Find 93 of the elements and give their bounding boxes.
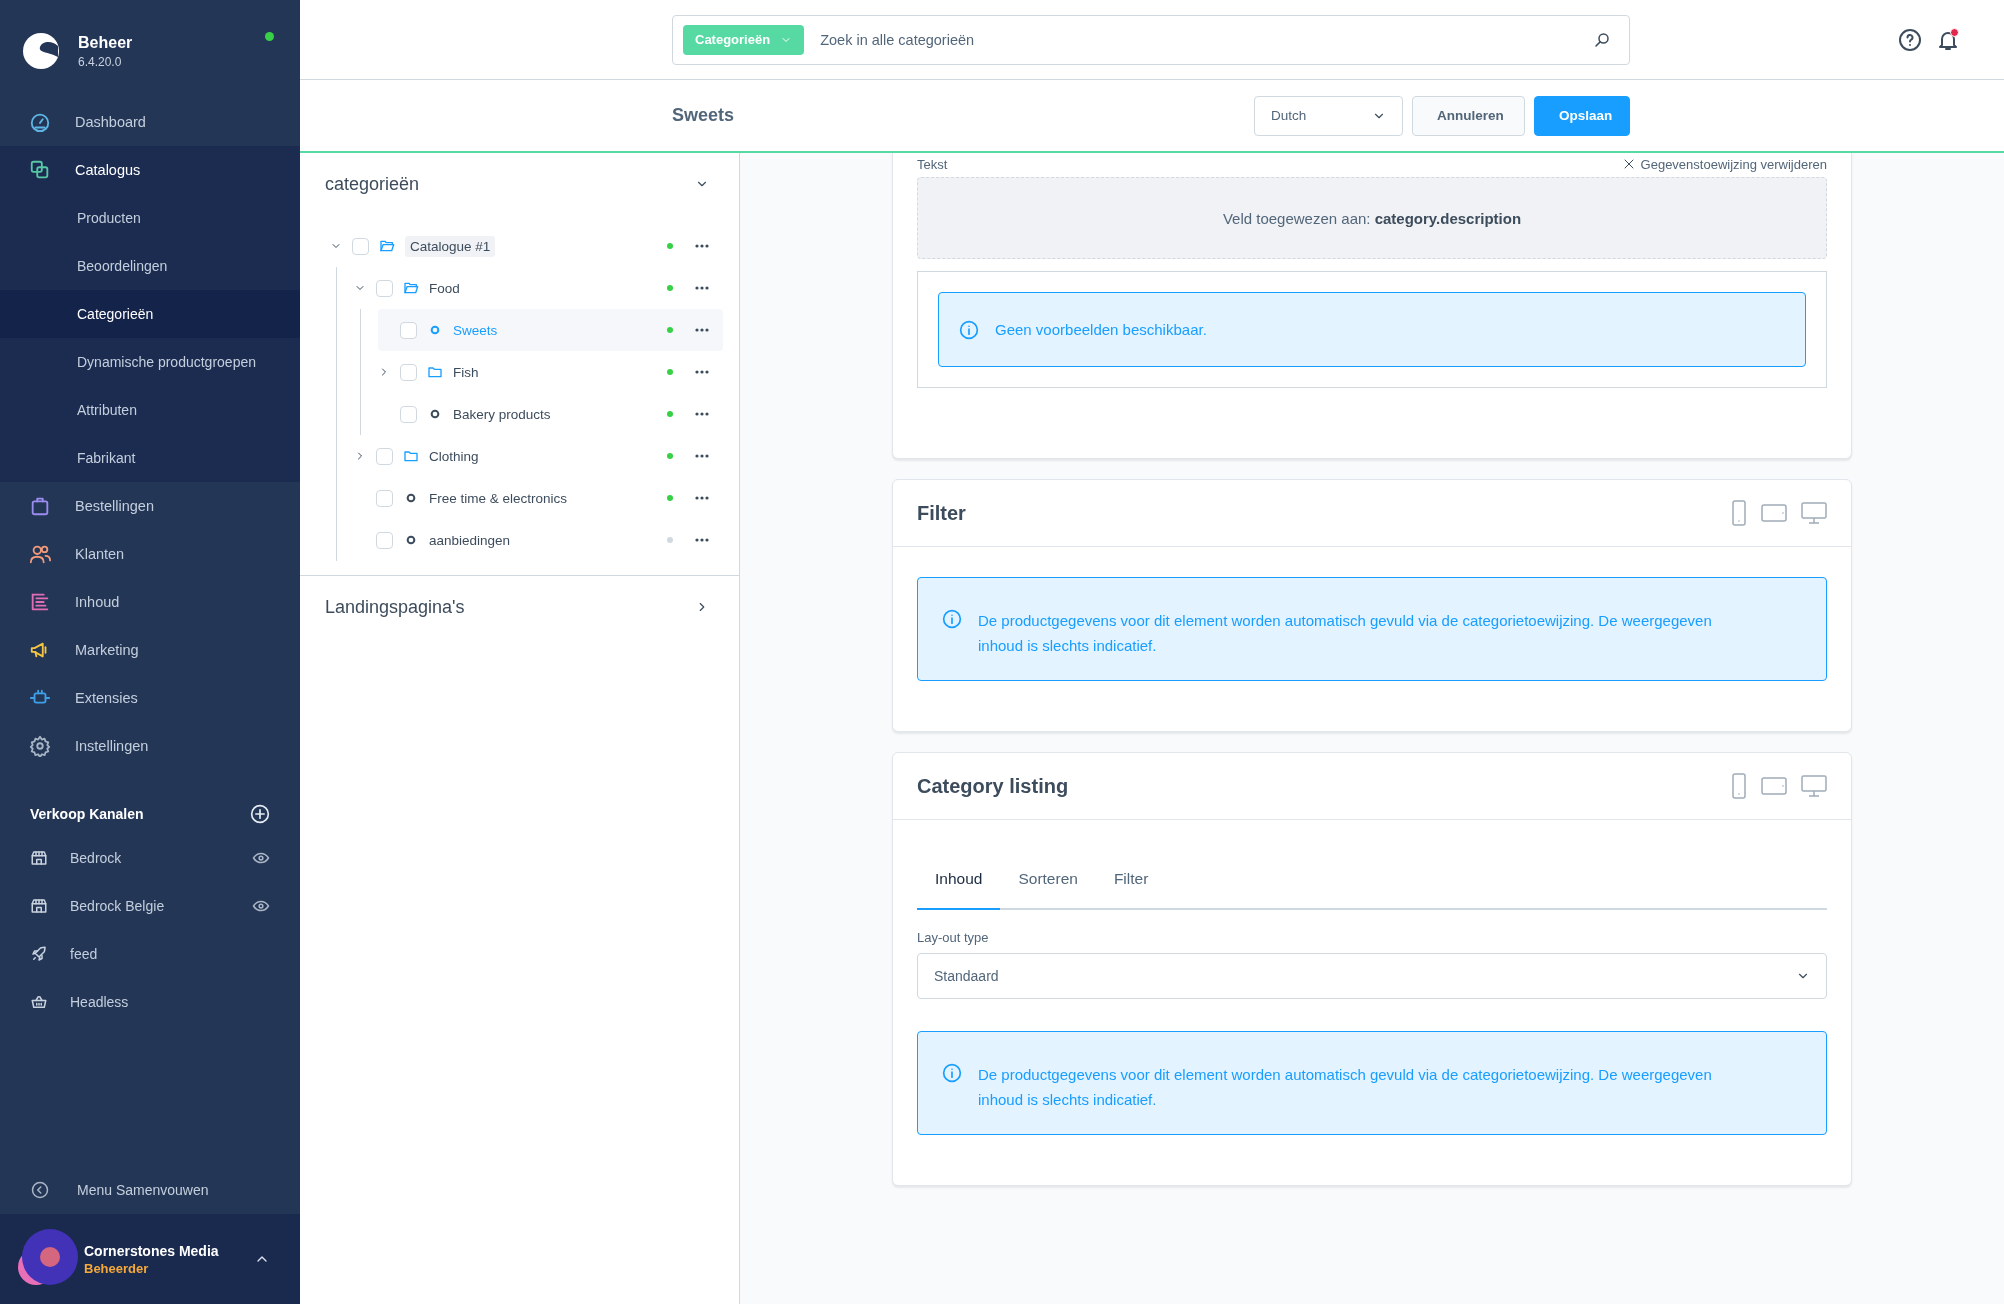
checkbox[interactable]: [400, 363, 417, 381]
checkbox[interactable]: [376, 279, 393, 297]
language-select[interactable]: Dutch: [1254, 95, 1403, 136]
version-label: 6.4.20.0: [78, 54, 123, 69]
info-alert: De productgegevens voor dit element worden automatisch gevuld via de categorietoewijzing. De weergegeven inhoud is slechts indicatief.: [917, 577, 1827, 681]
store-icon: [30, 849, 48, 867]
card-title: Filter: [917, 501, 966, 525]
checkbox[interactable]: [400, 405, 417, 423]
more-icon[interactable]: [695, 370, 709, 374]
nav-subitem[interactable]: Producten: [0, 194, 300, 242]
settings-icon: [29, 735, 51, 757]
tab[interactable]: Inhoud: [917, 850, 1001, 910]
dashboard-icon: [29, 111, 51, 133]
close-icon: [1622, 158, 1635, 170]
nav-subitem[interactable]: Categorieën: [0, 290, 300, 338]
copy-icon: [29, 159, 51, 181]
add-icon[interactable]: [250, 804, 270, 824]
nav-item[interactable]: Bestellingen: [0, 482, 300, 530]
info-icon: [959, 320, 979, 340]
nav-item[interactable]: Klanten: [0, 530, 300, 578]
open-folder-icon: [379, 238, 395, 254]
nav-item[interactable]: Dashboard: [0, 98, 300, 146]
collapse-menu-link[interactable]: Menu Samenvouwen: [0, 1166, 300, 1214]
mobile-icon[interactable]: [1731, 500, 1747, 526]
checkbox[interactable]: [376, 489, 393, 507]
nav-item[interactable]: Marketing: [0, 626, 300, 674]
open-folder-icon: [403, 280, 419, 296]
tab[interactable]: Filter: [1095, 850, 1167, 910]
users-icon: [29, 543, 51, 565]
info-icon: [942, 1063, 962, 1083]
chevron-left-icon: [31, 1181, 49, 1199]
nav-item[interactable]: Inhoud: [0, 578, 300, 626]
tablet-icon[interactable]: [1761, 503, 1787, 523]
info-alert: Geen voorbeelden beschikbaar.: [938, 292, 1806, 367]
accordion-header[interactable]: Landingspagina's: [300, 576, 739, 638]
folder-icon: [403, 448, 419, 464]
basket-icon: [30, 993, 48, 1011]
nav-item[interactable]: Extensies: [0, 674, 300, 722]
more-icon[interactable]: [695, 244, 709, 248]
info-icon: [942, 609, 962, 629]
tablet-icon[interactable]: [1761, 776, 1787, 796]
remove-mapping-link[interactable]: Gegevenstoewijzing verwijderen: [1622, 156, 1827, 172]
section-title: Verkoop Kanalen: [30, 806, 144, 822]
list-icon: [29, 591, 51, 613]
page-title: Sweets: [672, 105, 736, 126]
more-icon[interactable]: [695, 412, 709, 416]
card-title: Category listing: [917, 774, 1069, 798]
desktop-icon[interactable]: [1801, 775, 1827, 797]
sales-channel[interactable]: Bedrock: [0, 834, 300, 882]
app-title: Beheer: [78, 33, 134, 52]
nav-item[interactable]: Instellingen: [0, 722, 300, 770]
tree-item[interactable]: aanbiedingen: [354, 519, 723, 561]
nav-subitem[interactable]: Attributen: [0, 386, 300, 434]
tree-item[interactable]: Clothing: [354, 435, 723, 477]
field-label: Lay-out type: [917, 930, 990, 945]
desktop-icon[interactable]: [1801, 502, 1827, 524]
tree-item[interactable]: Fish: [378, 351, 723, 393]
logo-icon: [22, 32, 60, 70]
layout-select[interactable]: Standaard: [917, 953, 1827, 999]
mapping-text: Veld toegewezen aan: category.description: [1222, 209, 1522, 227]
nav-subitem[interactable]: Fabrikant: [0, 434, 300, 482]
search-icon[interactable]: [1593, 30, 1611, 49]
checkbox[interactable]: [400, 321, 417, 339]
user-name: Cornerstones Media: [84, 1242, 220, 1259]
bag-icon: [29, 495, 51, 517]
more-icon[interactable]: [695, 496, 709, 500]
folder-icon: [427, 364, 443, 380]
store-icon: [30, 897, 48, 915]
tree-item[interactable]: Free time & electronics: [354, 477, 723, 519]
tree-item[interactable]: Food: [354, 267, 723, 309]
mobile-icon[interactable]: [1731, 773, 1747, 799]
sales-channel[interactable]: Bedrock Belgie: [0, 882, 300, 930]
field-label: Tekst: [917, 156, 948, 172]
cancel-button[interactable]: Annuleren: [1412, 95, 1525, 136]
checkbox[interactable]: [376, 531, 393, 549]
checkbox[interactable]: [352, 237, 369, 255]
rocket-icon: [30, 945, 48, 963]
sales-channel[interactable]: feed: [0, 930, 300, 978]
user-role: Beheerder: [84, 1260, 150, 1276]
more-icon[interactable]: [695, 454, 709, 458]
accordion-header[interactable]: categorieën: [300, 153, 739, 215]
nav-subitem[interactable]: Beoordelingen: [0, 242, 300, 290]
tree-item[interactable]: Bakery products: [378, 393, 723, 435]
nav-subitem[interactable]: Dynamische productgroepen: [0, 338, 300, 386]
more-icon[interactable]: [695, 286, 709, 290]
info-alert: De productgegevens voor dit element worden automatisch gevuld via de categorietoewijzing. De weergegeven inhoud is slechts indicatief.: [917, 1031, 1827, 1135]
more-icon[interactable]: [695, 538, 709, 542]
help-icon[interactable]: [1898, 27, 1922, 52]
tree-item[interactable]: Catalogue #1: [330, 225, 723, 267]
checkbox[interactable]: [376, 447, 393, 465]
sales-channel[interactable]: Headless: [0, 978, 300, 1026]
more-icon[interactable]: [695, 328, 709, 332]
tab[interactable]: Sorteren: [1000, 850, 1096, 910]
